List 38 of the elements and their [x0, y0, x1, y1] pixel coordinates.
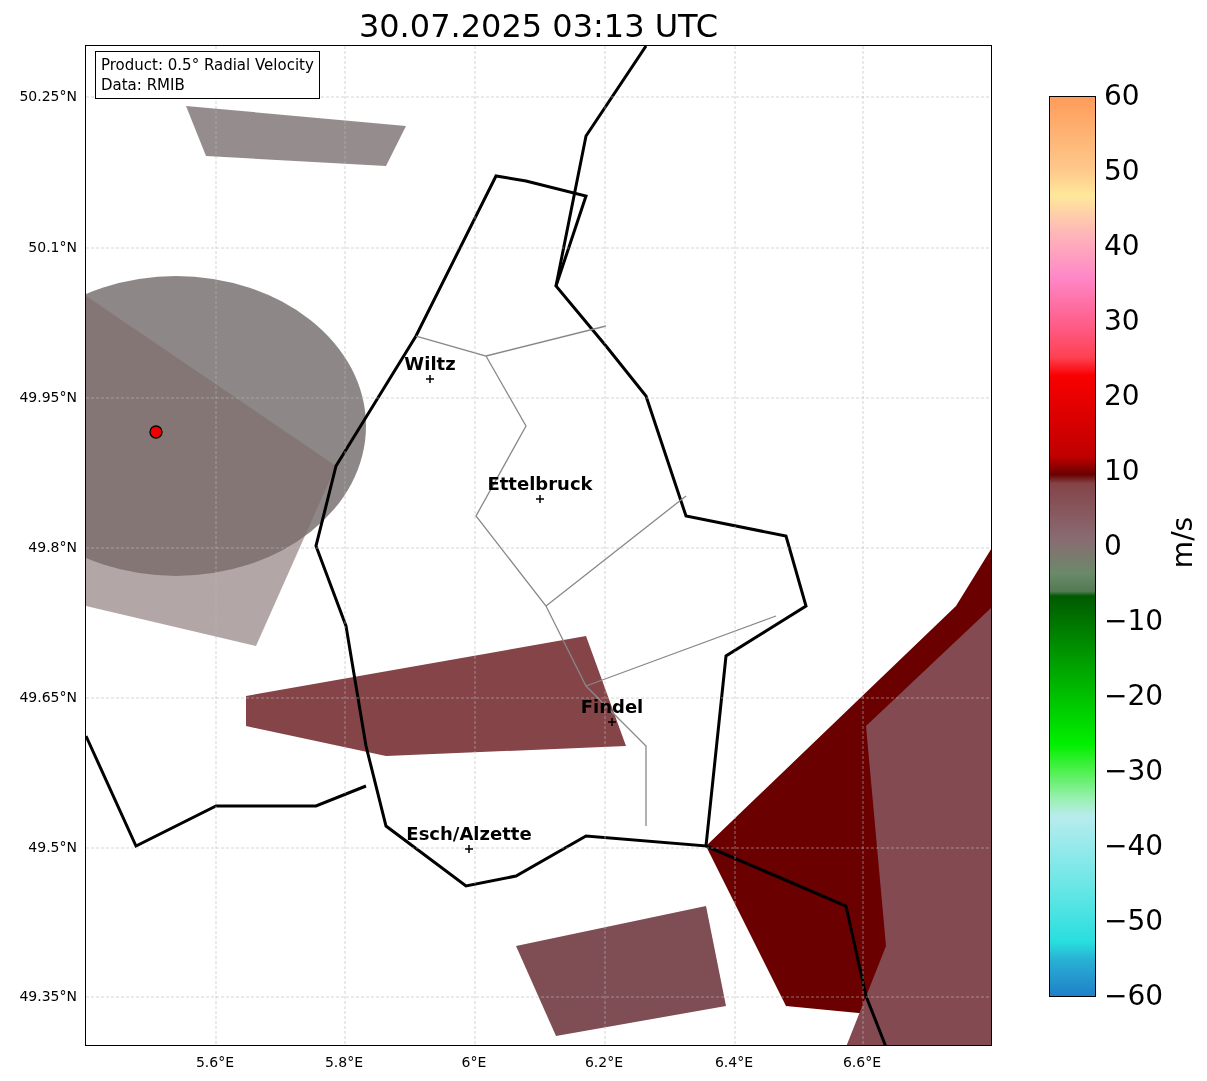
- city-marker-icon: [536, 495, 544, 503]
- colorbar-tick-label: −60: [1104, 982, 1164, 1010]
- colorbar-tick-label: −50: [1104, 907, 1164, 935]
- longitude-label: 5.8°E: [324, 1054, 364, 1070]
- plot-title: 30.07.2025 03:13 UTC: [357, 6, 720, 45]
- latitude-label: 49.95°N: [19, 389, 77, 405]
- colorbar-tick-label: −10: [1104, 607, 1164, 635]
- colorbar-tick-label: 20: [1104, 382, 1140, 410]
- colorbar-tick-label: −30: [1104, 757, 1164, 785]
- colorbar-tick-label: 50: [1104, 157, 1140, 185]
- city-marker-icon: [465, 845, 473, 853]
- latitude-label: 49.65°N: [19, 689, 77, 705]
- colorbar-tick-label: −40: [1104, 832, 1164, 860]
- info-text: Product: 0.5° Radial Velocity: [101, 55, 314, 75]
- city-marker-icon: [608, 718, 616, 726]
- latitude-label: 49.8°N: [28, 539, 77, 555]
- latitude-label: 49.35°N: [19, 988, 77, 1004]
- longitude-label: 6°E: [461, 1054, 487, 1070]
- latitude-label: 50.1°N: [28, 239, 77, 255]
- info-text: Data: RMIB: [101, 75, 186, 95]
- longitude-label: 6.6°E: [842, 1054, 882, 1070]
- latitude-label: 49.5°N: [28, 839, 77, 855]
- radar-site-icon: [149, 425, 163, 439]
- city-label: Wiltz: [404, 353, 456, 374]
- colorbar-unit-label: m/s: [1166, 516, 1200, 569]
- longitude-label: 5.6°E: [195, 1054, 235, 1070]
- longitude-label: 6.2°E: [584, 1054, 624, 1070]
- city-label: Ettelbruck: [487, 473, 593, 494]
- city-marker-icon: [426, 375, 434, 383]
- latitude-label: 50.25°N: [19, 88, 77, 104]
- colorbar-tick-label: 0: [1104, 532, 1122, 560]
- colorbar-tick-label: 60: [1104, 82, 1140, 110]
- colorbar-tick-label: 30: [1104, 307, 1140, 335]
- city-label: Esch/Alzette: [406, 823, 532, 844]
- colorbar-tick-label: 10: [1104, 457, 1140, 485]
- colorbar-tick-label: 40: [1104, 232, 1140, 260]
- longitude-label: 6.4°E: [714, 1054, 754, 1070]
- colorbar-tick-label: −20: [1104, 682, 1164, 710]
